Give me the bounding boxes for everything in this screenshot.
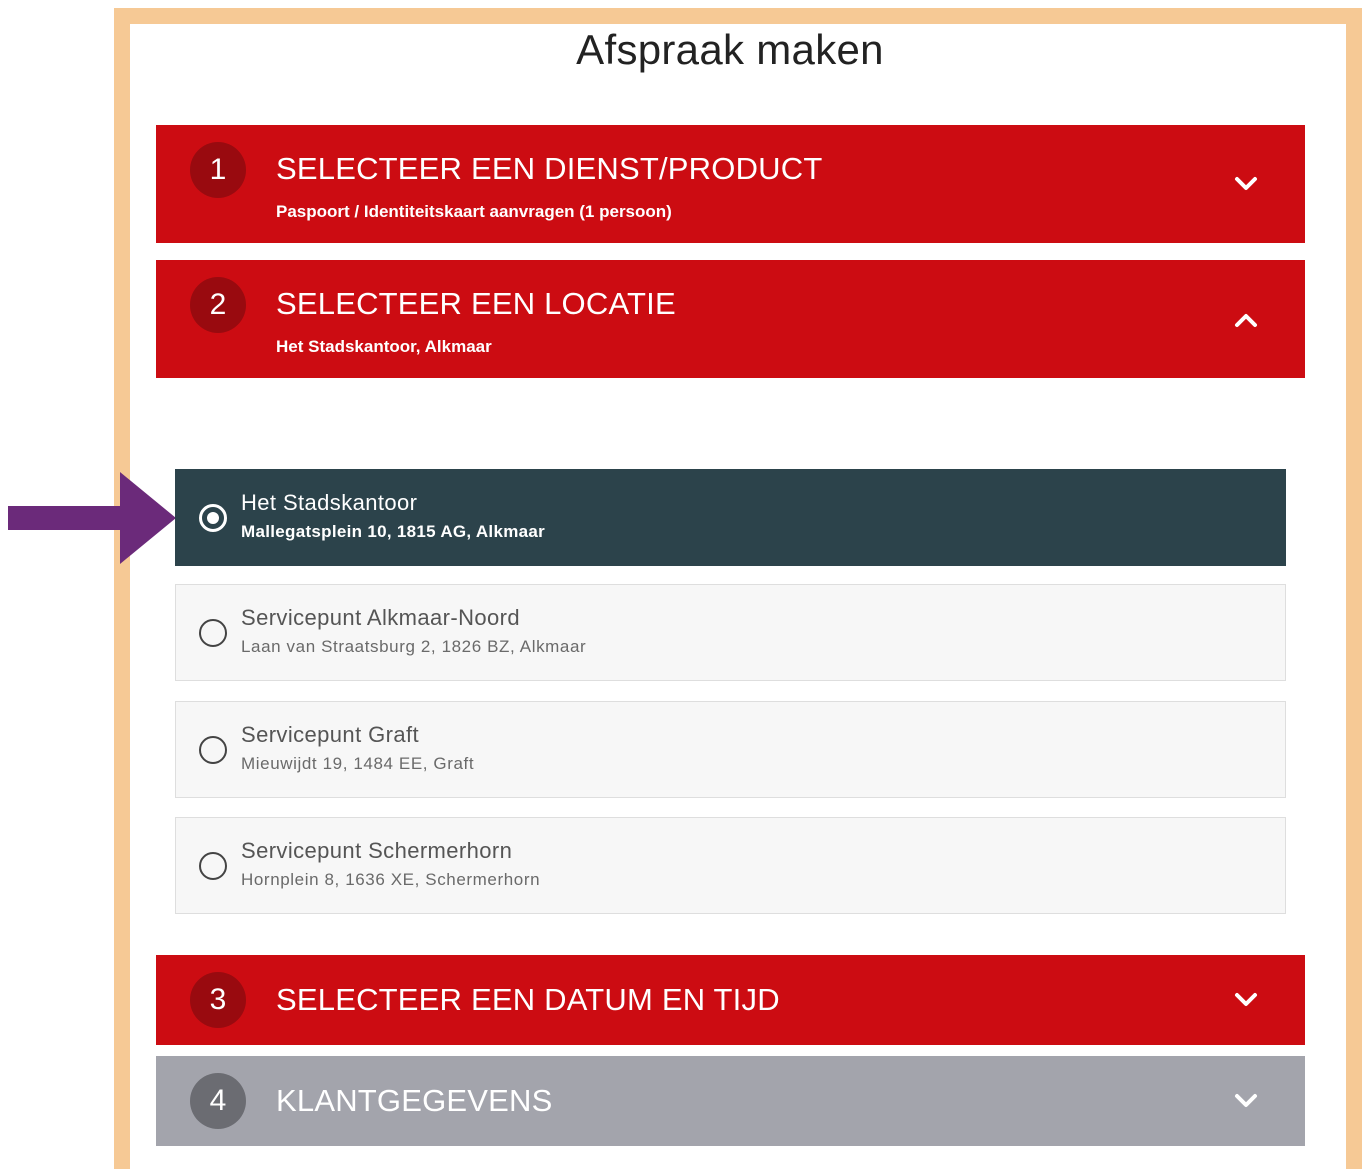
chevron-up-icon bbox=[1231, 305, 1261, 335]
step-customer-header[interactable]: 4 KLANTGEGEVENS bbox=[156, 1056, 1305, 1146]
location-option-graft[interactable]: Servicepunt Graft Mieuwijdt 19, 1484 EE,… bbox=[175, 701, 1286, 798]
radio-checked-icon[interactable] bbox=[199, 504, 227, 532]
step-number-badge: 3 bbox=[190, 972, 246, 1028]
location-address: Laan van Straatsburg 2, 1826 BZ, Alkmaar bbox=[241, 637, 587, 656]
step-title: SELECTEER EEN DATUM EN TIJD bbox=[276, 982, 780, 1017]
step-title: SELECTEER EEN DIENST/PRODUCT bbox=[276, 151, 823, 186]
step-title: KLANTGEGEVENS bbox=[276, 1083, 553, 1118]
chevron-down-icon bbox=[1231, 169, 1261, 199]
radio-unchecked-icon[interactable] bbox=[199, 852, 227, 880]
location-option-stadskantoor[interactable]: Het Stadskantoor Mallegatsplein 10, 1815… bbox=[175, 469, 1286, 566]
chevron-down-icon bbox=[1231, 985, 1261, 1015]
step-subtitle: Het Stadskantoor, Alkmaar bbox=[276, 337, 492, 356]
step-subtitle: Paspoort / Identiteitskaart aanvragen (1… bbox=[276, 202, 672, 221]
location-option-alkmaar-noord[interactable]: Servicepunt Alkmaar-Noord Laan van Straa… bbox=[175, 584, 1286, 681]
location-address: Hornplein 8, 1636 XE, Schermerhorn bbox=[241, 870, 541, 889]
page-title: Afspraak maken bbox=[576, 26, 884, 73]
chevron-down-icon bbox=[1231, 1086, 1261, 1116]
location-name: Servicepunt Alkmaar-Noord bbox=[241, 605, 521, 630]
annotation-arrow-icon bbox=[8, 472, 176, 564]
location-name: Servicepunt Schermerhorn bbox=[241, 838, 513, 863]
step-title: SELECTEER EEN LOCATIE bbox=[276, 286, 676, 321]
step-number-badge: 1 bbox=[190, 142, 246, 198]
step-location-header[interactable]: 2 SELECTEER EEN LOCATIE Het Stadskantoor… bbox=[156, 260, 1305, 378]
step-number-badge: 2 bbox=[190, 277, 246, 333]
location-address: Mieuwijdt 19, 1484 EE, Graft bbox=[241, 754, 475, 773]
step-number-badge: 4 bbox=[190, 1073, 246, 1129]
radio-unchecked-icon[interactable] bbox=[199, 736, 227, 764]
step-service-header[interactable]: 1 SELECTEER EEN DIENST/PRODUCT Paspoort … bbox=[156, 125, 1305, 243]
location-address: Mallegatsplein 10, 1815 AG, Alkmaar bbox=[241, 522, 546, 541]
location-name: Het Stadskantoor bbox=[241, 490, 418, 515]
radio-unchecked-icon[interactable] bbox=[199, 619, 227, 647]
location-option-schermerhorn[interactable]: Servicepunt Schermerhorn Hornplein 8, 16… bbox=[175, 817, 1286, 914]
location-name: Servicepunt Graft bbox=[241, 722, 419, 747]
step-datetime-header[interactable]: 3 SELECTEER EEN DATUM EN TIJD bbox=[156, 955, 1305, 1045]
